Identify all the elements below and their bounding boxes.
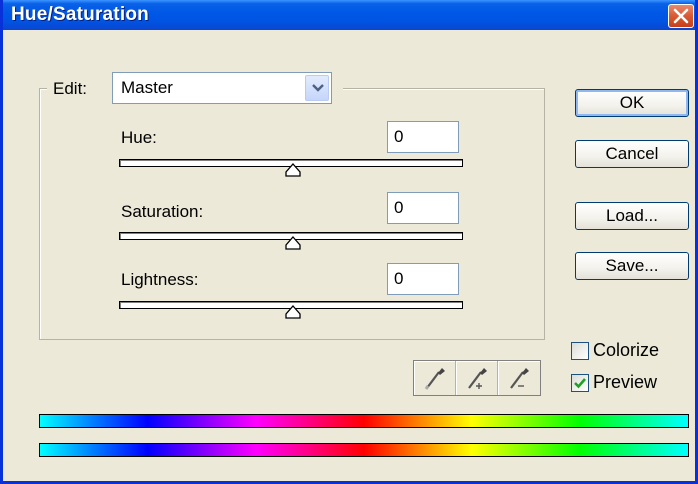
preview-checkbox[interactable]: [571, 374, 589, 392]
preview-label: Preview: [593, 372, 658, 392]
dialog-title: Hue/Saturation: [11, 4, 149, 25]
close-icon: [673, 8, 689, 24]
cancel-button[interactable]: Cancel: [575, 140, 689, 168]
check-mark-icon: [574, 378, 586, 389]
hue-slider-thumb[interactable]: [285, 163, 301, 177]
ok-button[interactable]: OK: [575, 89, 689, 117]
saturation-label: Saturation:: [121, 202, 204, 221]
close-button[interactable]: [668, 4, 694, 28]
edit-channel-select[interactable]: Master: [112, 72, 332, 104]
eyedropper-button[interactable]: [414, 361, 456, 395]
eyedropper-tools: [413, 360, 541, 396]
input-color-spectrum: [39, 414, 689, 428]
load-button[interactable]: Load...: [575, 202, 689, 230]
chevron-down-icon: [312, 84, 324, 92]
edit-label: Edit:: [49, 79, 92, 99]
output-color-spectrum: [39, 443, 689, 457]
lightness-label: Lightness:: [121, 270, 199, 289]
eyedropper-minus-icon: [510, 368, 529, 389]
colorize-checkbox[interactable]: [571, 342, 589, 360]
hue-label: Hue:: [121, 128, 157, 147]
edit-channel-value: Master: [121, 78, 173, 97]
colorize-label: Colorize: [593, 340, 660, 360]
saturation-input[interactable]: 0: [387, 192, 459, 224]
lightness-slider-thumb[interactable]: [285, 305, 301, 319]
eyedropper-plus-icon: [468, 368, 487, 389]
save-button[interactable]: Save...: [575, 252, 689, 280]
hue-input[interactable]: 0: [387, 121, 459, 153]
eyedropper-plus-button[interactable]: [456, 361, 498, 395]
hue-saturation-dialog: Hue/Saturation Edit: Master Hue: 0 Satur…: [0, 0, 698, 484]
eyedropper-icon: [424, 368, 445, 390]
lightness-input[interactable]: 0: [387, 263, 459, 295]
saturation-slider-thumb[interactable]: [285, 236, 301, 250]
eyedropper-minus-button[interactable]: [498, 361, 540, 395]
title-bar[interactable]: Hue/Saturation: [3, 0, 695, 30]
dropdown-button[interactable]: [305, 75, 329, 101]
